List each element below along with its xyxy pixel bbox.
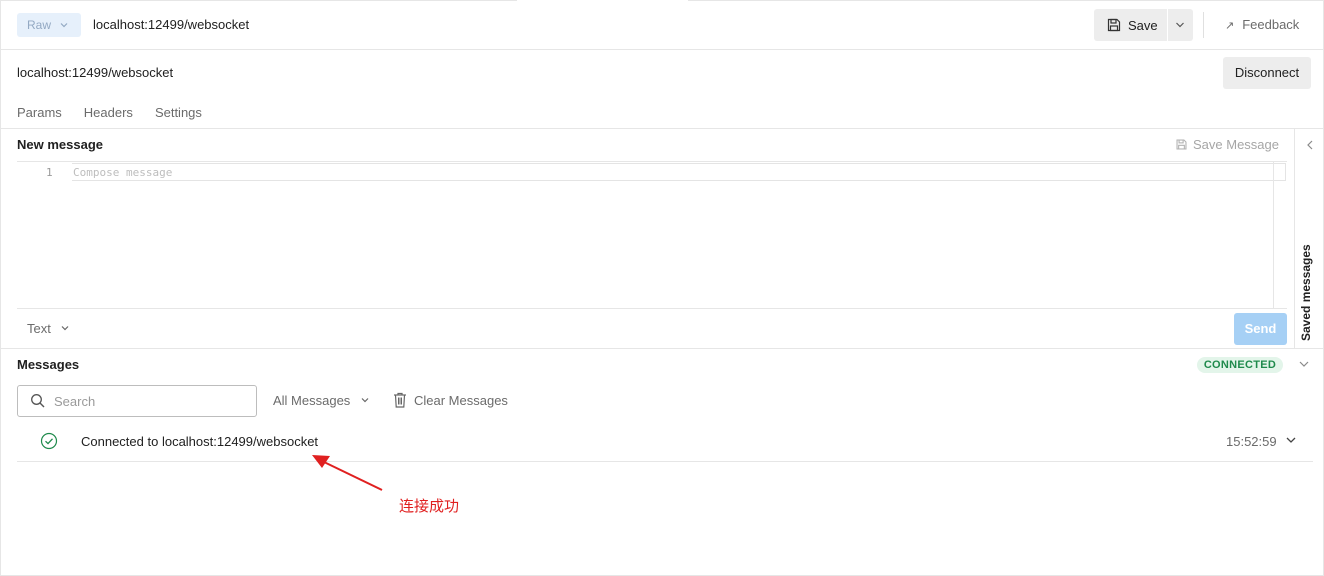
url-display[interactable]: localhost:12499/websocket (17, 65, 173, 80)
disconnect-button[interactable]: Disconnect (1223, 57, 1311, 89)
message-filter-select[interactable]: All Messages (273, 393, 370, 408)
divider (1, 348, 1323, 349)
line-number: 1 (46, 166, 53, 179)
message-timestamp: 15:52:59 (1226, 434, 1277, 449)
mode-select[interactable]: Raw (17, 13, 81, 37)
chevron-down-icon (356, 393, 370, 408)
save-button[interactable]: Save (1094, 9, 1167, 41)
divider (1, 49, 1323, 50)
top-border-right (688, 0, 1324, 1)
search-input[interactable] (54, 393, 244, 410)
format-label: Text (27, 321, 51, 336)
saved-messages-panel[interactable]: Saved messages (1294, 129, 1324, 348)
save-icon (1175, 138, 1188, 154)
chevron-down-icon (1174, 19, 1186, 34)
compose-placeholder: Compose message (73, 166, 173, 179)
active-line (72, 163, 1286, 181)
saved-messages-label: Saved messages (1299, 244, 1313, 341)
send-button[interactable]: Send (1234, 313, 1287, 345)
filter-label: All Messages (273, 393, 351, 408)
chevron-down-icon (59, 19, 69, 33)
clear-messages-label: Clear Messages (414, 393, 508, 408)
mode-label: Raw (27, 18, 52, 32)
request-tabs: Params Headers Settings (17, 105, 202, 120)
divider (1203, 12, 1204, 38)
chevron-down-icon (57, 321, 71, 336)
message-row[interactable]: Connected to localhost:12499/websocket 1… (17, 425, 1313, 462)
top-border-left (0, 0, 517, 1)
clear-messages-button[interactable]: Clear Messages (393, 392, 508, 411)
search-icon (30, 393, 46, 412)
tab-params[interactable]: Params (17, 105, 62, 120)
save-options-button[interactable] (1168, 9, 1193, 41)
status-badge: CONNECTED (1197, 357, 1283, 373)
check-circle-icon (40, 432, 58, 453)
editor-scrollbar[interactable] (1273, 162, 1274, 309)
feedback-label: Feedback (1242, 17, 1300, 32)
messages-title: Messages (17, 357, 80, 372)
chevron-left-icon[interactable] (1306, 139, 1314, 153)
save-message-button[interactable]: Save Message (1175, 137, 1279, 152)
feedback-link[interactable]: ↗ Feedback (1225, 17, 1299, 32)
trash-icon (393, 392, 407, 411)
divider (1, 128, 1323, 129)
search-field[interactable] (17, 385, 257, 417)
divider (17, 308, 1287, 309)
save-label: Save (1128, 18, 1158, 33)
message-text: Connected to localhost:12499/websocket (81, 434, 319, 449)
arrow-up-right-icon: ↗ (1225, 20, 1235, 32)
tab-headers[interactable]: Headers (84, 105, 133, 120)
message-format-select[interactable]: Text (27, 321, 70, 336)
annotation-label: 连接成功 (399, 498, 460, 515)
chevron-down-icon[interactable] (1285, 434, 1297, 449)
message-editor[interactable]: 1 Compose message (17, 161, 1287, 309)
chevron-down-icon[interactable] (1298, 358, 1310, 373)
new-message-title: New message (17, 137, 103, 152)
save-icon (1106, 17, 1122, 36)
save-message-label: Save Message (1193, 137, 1279, 152)
tab-settings[interactable]: Settings (155, 105, 202, 120)
request-name[interactable]: localhost:12499/websocket (93, 17, 249, 32)
annotation-arrow-icon (312, 455, 383, 491)
